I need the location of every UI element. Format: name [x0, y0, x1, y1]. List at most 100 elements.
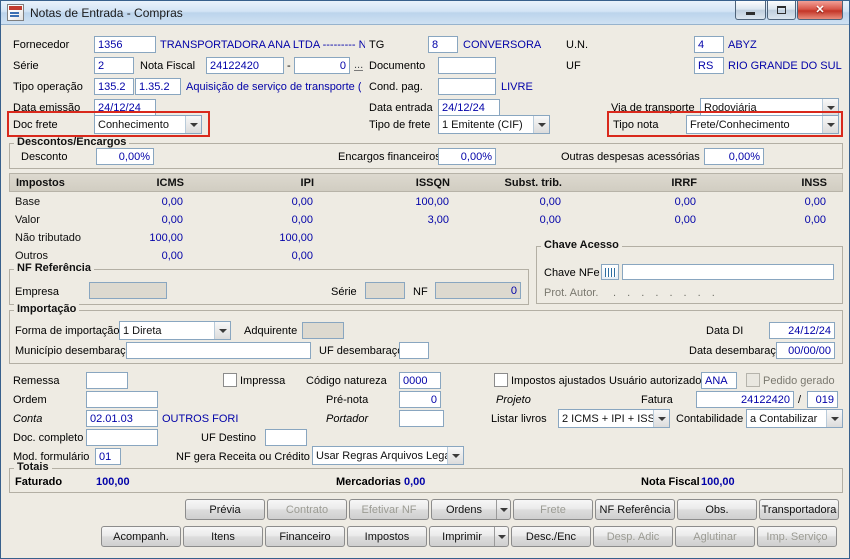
ordem-field[interactable]: [86, 391, 158, 408]
chevron-down-icon[interactable]: [826, 410, 842, 427]
mercadorias-value: 0,00: [404, 476, 426, 488]
maximize-button[interactable]: [767, 1, 796, 20]
impressa-checkbox[interactable]: [223, 373, 237, 387]
tax-cell: 0,00: [804, 214, 826, 226]
desconto-field[interactable]: 0,00%: [96, 148, 154, 165]
impostos-ajustados-checkbox[interactable]: [494, 373, 508, 387]
tax-cell: 0,00: [674, 214, 696, 226]
tax-row-label: Não tributado: [15, 232, 82, 244]
imprimir-button[interactable]: Imprimir: [429, 526, 509, 547]
tipo-operacao-field-2[interactable]: 1.35.2: [135, 78, 181, 95]
close-button[interactable]: ✕: [797, 1, 843, 20]
fornecedor-field[interactable]: 1356: [94, 36, 156, 53]
encargos-label: Encargos financeiros: [338, 151, 441, 163]
chave-nfe-field[interactable]: [622, 264, 834, 280]
projeto-label[interactable]: Projeto: [496, 394, 531, 406]
acompanh-button[interactable]: Acompanh.: [101, 526, 181, 547]
nota-fiscal-field[interactable]: 24122420: [206, 57, 284, 74]
tipo-operacao-field-1[interactable]: 135.2: [94, 78, 134, 95]
tax-row-base: Base 0,00 0,00 100,00 0,00 0,00 0,00: [9, 194, 843, 210]
serie-field[interactable]: 2: [94, 57, 134, 74]
data-emissao-field[interactable]: 24/12/24: [94, 99, 156, 116]
chevron-down-icon[interactable]: [214, 322, 230, 339]
codigo-natureza-label: Código natureza: [306, 375, 387, 387]
municipio-desembaraco-field[interactable]: [126, 342, 311, 359]
cond-pag-label: Cond. pag.: [369, 81, 423, 93]
chevron-down-icon[interactable]: [447, 447, 463, 464]
doc-completo-label: Doc. completo: [13, 432, 84, 444]
conta-description: OUTROS FORI: [162, 413, 239, 425]
conta-label[interactable]: Conta: [13, 413, 42, 425]
chave-nfe-label: Chave NFe: [544, 267, 600, 279]
doc-completo-field[interactable]: [86, 429, 158, 446]
portador-label[interactable]: Portador: [326, 413, 368, 425]
chevron-down-icon[interactable]: [822, 116, 838, 133]
conta-field[interactable]: 02.01.03: [86, 410, 158, 427]
doc-frete-combo[interactable]: Conhecimento: [94, 115, 202, 134]
close-icon: ✕: [815, 3, 825, 16]
fatura-separator: /: [798, 394, 802, 406]
app-icon: [7, 4, 24, 21]
transportadora-button[interactable]: Transportadora: [759, 499, 839, 520]
obs-button[interactable]: Obs.: [677, 499, 757, 520]
itens-button[interactable]: Itens: [183, 526, 263, 547]
previa-button[interactable]: Prévia: [185, 499, 265, 520]
nfe-key-icon-button[interactable]: [601, 264, 619, 280]
un-field[interactable]: 4: [694, 36, 724, 53]
listar-livros-combo[interactable]: 2 ICMS + IPI + ISS: [558, 409, 670, 428]
nota-fiscal-serie-field[interactable]: 0: [294, 57, 350, 74]
portador-field[interactable]: [399, 410, 444, 427]
nf-referencia-group-title: NF Referência: [14, 262, 94, 274]
tax-cell: 0,00: [539, 214, 561, 226]
uf-destino-field[interactable]: [265, 429, 307, 446]
tax-cell: 0,00: [291, 250, 313, 262]
tg-field[interactable]: 8: [428, 36, 458, 53]
encargos-field[interactable]: 0,00%: [438, 148, 496, 165]
tax-header-cell: Subst. trib.: [504, 176, 562, 189]
faturado-label: Faturado: [15, 476, 63, 488]
uf-field[interactable]: RS: [694, 57, 724, 74]
usuario-autorizado-field[interactable]: ANA: [701, 372, 737, 389]
desc-enc-button[interactable]: Desc./Enc: [511, 526, 591, 547]
remessa-field[interactable]: [86, 372, 128, 389]
contabilidade-combo[interactable]: a Contabilizar: [746, 409, 843, 428]
mod-formulario-field[interactable]: 01: [95, 448, 121, 465]
chevron-down-icon[interactable]: [496, 500, 510, 519]
minimize-button[interactable]: [735, 1, 766, 20]
serie-label: Série: [13, 60, 39, 72]
nf-gera-combo[interactable]: Usar Regras Arquivos Legais: [312, 446, 464, 465]
financeiro-button[interactable]: Financeiro: [265, 526, 345, 547]
nota-fiscal-total-label: Nota Fiscal: [641, 476, 700, 488]
ordens-button[interactable]: Ordens: [431, 499, 511, 520]
forma-importacao-combo[interactable]: 1 Direta: [119, 321, 231, 340]
data-di-field[interactable]: 24/12/24: [769, 322, 835, 339]
cond-pag-field[interactable]: [438, 78, 496, 95]
impostos-button[interactable]: Impostos: [347, 526, 427, 547]
chevron-down-icon[interactable]: [533, 116, 549, 133]
uf-desembaraco-field[interactable]: [399, 342, 429, 359]
cond-pag-description: LIVRE: [501, 81, 533, 93]
fatura-field[interactable]: 24122420: [696, 391, 794, 408]
tipo-nota-combo[interactable]: Frete/Conhecimento: [686, 115, 839, 134]
nf-ref-serie-field: [365, 282, 405, 299]
title-bar[interactable]: Notas de Entrada - Compras ✕: [1, 1, 849, 25]
tax-row-label: Valor: [15, 214, 40, 226]
nota-fiscal-browse-button[interactable]: ...: [354, 60, 364, 71]
documento-field[interactable]: [438, 57, 496, 74]
chevron-down-icon[interactable]: [185, 116, 201, 133]
tipo-frete-combo[interactable]: 1 Emitente (CIF): [438, 115, 550, 134]
chevron-down-icon[interactable]: [494, 527, 508, 546]
codigo-natureza-field[interactable]: 0000: [399, 372, 441, 389]
outras-despesas-field[interactable]: 0,00%: [704, 148, 764, 165]
window-controls: ✕: [735, 1, 843, 20]
tax-header-cell: Impostos: [16, 176, 65, 189]
chevron-down-icon[interactable]: [653, 410, 669, 427]
data-desembaraco-field[interactable]: 00/00/00: [776, 342, 835, 359]
pedido-gerado-label: Pedido gerado: [763, 375, 835, 387]
data-entrada-field[interactable]: 24/12/24: [438, 99, 500, 116]
nf-referencia-button[interactable]: NF Referência: [595, 499, 675, 520]
fatura-seq-field[interactable]: 019: [807, 391, 838, 408]
chevron-down-icon[interactable]: [822, 99, 838, 116]
pre-nota-field[interactable]: 0: [399, 391, 441, 408]
impressa-label: Impressa: [240, 375, 286, 387]
